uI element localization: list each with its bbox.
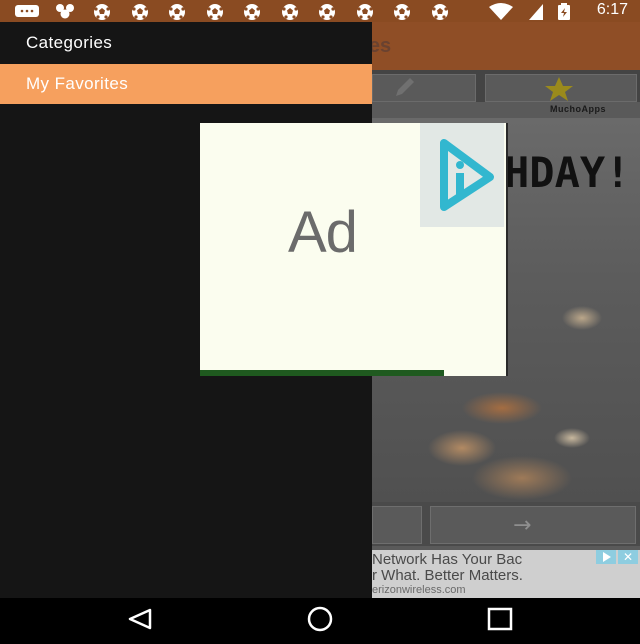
soccer-ball-icon bbox=[206, 4, 223, 20]
home-button[interactable] bbox=[280, 598, 360, 640]
recents-button[interactable] bbox=[460, 598, 540, 640]
quote-image-text: HDAY! bbox=[504, 148, 631, 197]
brand-label: MuchoApps bbox=[550, 104, 606, 114]
soccer-ball-icon bbox=[281, 4, 298, 20]
banner-ad-line2: r What. Better Matters. bbox=[372, 567, 523, 584]
chat-icon bbox=[15, 5, 39, 17]
next-button[interactable]: → bbox=[430, 506, 636, 544]
soccer-ball-icon bbox=[94, 4, 110, 20]
star-icon bbox=[545, 77, 573, 101]
play-logo-icon bbox=[440, 139, 494, 211]
battery-icon bbox=[558, 3, 570, 20]
status-clock: 6:17 bbox=[596, 1, 628, 18]
back-button[interactable] bbox=[100, 598, 180, 640]
sim-icon bbox=[529, 4, 543, 20]
banner-ad-line1: Network Has Your Bac bbox=[372, 551, 523, 568]
ad-label: Ad bbox=[288, 200, 358, 265]
previous-button[interactable] bbox=[372, 506, 422, 544]
soccer-ball-icon bbox=[244, 4, 260, 20]
drawer-item-label: My Favorites bbox=[26, 74, 129, 93]
soccer-ball-icon bbox=[131, 4, 148, 20]
soccer-ball-icon bbox=[394, 4, 410, 20]
favorite-button[interactable] bbox=[485, 74, 637, 102]
drawer-item-my-favorites[interactable]: My Favorites bbox=[0, 64, 372, 104]
soccer-ball-icon bbox=[319, 4, 335, 20]
arrow-right-icon: → bbox=[513, 513, 532, 538]
ad-overlay[interactable]: Ad bbox=[200, 123, 506, 376]
soccer-ball-icon bbox=[169, 4, 185, 20]
banner-ad[interactable]: Network Has Your Bac r What. Better Matt… bbox=[372, 550, 640, 598]
adchoices-icon[interactable] bbox=[596, 550, 616, 564]
edit-button[interactable] bbox=[372, 74, 476, 102]
ad-close-icon[interactable]: ✕ bbox=[618, 550, 638, 564]
status-bar: 6:17 bbox=[0, 0, 640, 22]
system-nav-bar bbox=[0, 598, 640, 640]
pencil-icon bbox=[396, 78, 414, 96]
drawer-item-label: Categories bbox=[26, 33, 113, 52]
wifi-icon bbox=[489, 3, 513, 20]
ad-logo-box[interactable] bbox=[420, 123, 504, 227]
home-icon bbox=[307, 606, 333, 632]
soccer-ball-icon bbox=[431, 4, 448, 20]
back-icon bbox=[128, 608, 152, 630]
banner-ad-url: erizonwireless.com bbox=[372, 584, 466, 596]
ad-progress-bar bbox=[200, 370, 444, 376]
recents-icon bbox=[487, 607, 513, 631]
quote-navigation: → bbox=[372, 502, 640, 546]
drawer-item-categories[interactable]: Categories bbox=[0, 23, 372, 63]
soccer-ball-icon bbox=[356, 4, 373, 20]
people-icon bbox=[56, 4, 74, 19]
